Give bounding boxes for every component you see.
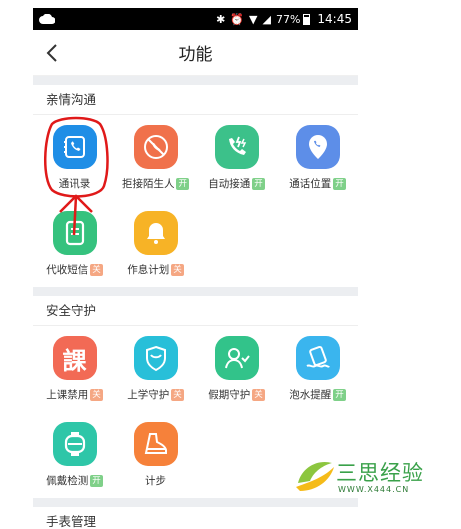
- feature-label: 佩戴检测开: [46, 474, 103, 487]
- shield-icon: [133, 336, 178, 380]
- status-badge: 关: [90, 388, 103, 401]
- screenshot-stage: ✱ ⏰ ▼ ◢ 77% 14:45 功能 亲情沟通 通讯录 拒接陌生人 开 自动…: [0, 0, 461, 529]
- feature-class-disable[interactable]: 課 上课禁用关: [34, 326, 115, 412]
- status-badge: 关: [252, 388, 265, 401]
- status-badge: 开: [333, 388, 346, 401]
- feature-grid-family: 通讯录 拒接陌生人开 自动接通开 通话位置开 代收短信 关 作息计划 关: [33, 115, 358, 287]
- feature-step-counter[interactable]: 计步: [115, 412, 196, 498]
- status-badge: 开: [252, 177, 265, 190]
- feature-label: 泡水提醒开: [289, 388, 346, 401]
- status-badge: 开: [333, 177, 346, 190]
- status-badge: 关: [90, 263, 103, 276]
- status-badge: 开: [176, 177, 189, 190]
- section-title-family: 亲情沟通: [33, 85, 358, 115]
- section-divider: [33, 76, 358, 85]
- section-title-watch-manage: 手表管理: [46, 514, 97, 529]
- watermark-url: WWW.X444.CN: [338, 485, 410, 494]
- battery-percent: 77%: [275, 12, 301, 26]
- wifi-icon: ▼: [249, 12, 258, 26]
- feature-label: 假期守护关: [208, 388, 265, 401]
- feature-schedule[interactable]: 作息计划关: [115, 201, 196, 287]
- status-bar: ✱ ⏰ ▼ ◢ 77% 14:45: [33, 8, 358, 30]
- feature-label: 自动接通开: [208, 177, 265, 190]
- feature-label: 代收短信关: [46, 263, 103, 276]
- feature-label: 通讯录: [58, 178, 91, 190]
- watermark-logo-icon: [296, 461, 334, 491]
- feature-call-location[interactable]: 通话位置开: [277, 115, 358, 201]
- class-icon: 課: [52, 336, 97, 380]
- watch-icon: [52, 422, 97, 466]
- feature-contacts[interactable]: 通讯录: [34, 115, 115, 201]
- page-title: 功能: [178, 45, 213, 65]
- auto-answer-icon: [214, 125, 259, 169]
- feature-label: 作息计划关: [127, 263, 184, 276]
- status-badge: 关: [171, 263, 184, 276]
- watermark-text: 三思经验: [336, 461, 424, 485]
- location-pin-icon: [295, 125, 340, 169]
- nav-bar: 功能: [33, 30, 358, 76]
- feature-school-guard[interactable]: 上学守护关: [115, 326, 196, 412]
- cloud-icon: [39, 14, 55, 24]
- feature-label: 上学守护关: [127, 388, 184, 401]
- sms-icon: [52, 211, 97, 255]
- feature-label: 上课禁用关: [46, 388, 103, 401]
- feature-auto-answer[interactable]: 自动接通开: [196, 115, 277, 201]
- signal-icon: ◢: [262, 12, 271, 26]
- feature-label: 计步: [145, 475, 166, 487]
- person-icon: [214, 336, 259, 380]
- water-icon: [295, 336, 340, 380]
- clock-time: 14:45: [317, 12, 352, 26]
- phone-screen: ✱ ⏰ ▼ ◢ 77% 14:45 功能 亲情沟通 通讯录 拒接陌生人 开 自动…: [33, 8, 358, 529]
- alarm-icon: ⏰: [230, 12, 245, 26]
- shoe-icon: [133, 422, 178, 466]
- section-title-safety: 安全守护: [33, 296, 358, 326]
- watermark: 三思经验 WWW.X444.CN: [292, 453, 432, 501]
- bluetooth-icon: ✱: [216, 12, 226, 26]
- feature-label: 拒接陌生人开: [121, 177, 189, 190]
- contacts-icon: [52, 125, 97, 169]
- bell-icon: [133, 211, 178, 255]
- status-badge: 关: [171, 388, 184, 401]
- battery-icon: [303, 13, 311, 25]
- feature-water-alert[interactable]: 泡水提醒开: [277, 326, 358, 412]
- back-arrow-icon[interactable]: [43, 42, 63, 64]
- feature-wear-detect[interactable]: 佩戴检测开: [34, 412, 115, 498]
- status-badge: 开: [90, 474, 103, 487]
- reject-call-icon: [133, 125, 178, 169]
- feature-holiday-guard[interactable]: 假期守护关: [196, 326, 277, 412]
- section-divider: [33, 287, 358, 296]
- feature-reject-strangers[interactable]: 拒接陌生人开: [115, 115, 196, 201]
- feature-label: 通话位置开: [289, 177, 346, 190]
- feature-sms-proxy[interactable]: 代收短信关: [34, 201, 115, 287]
